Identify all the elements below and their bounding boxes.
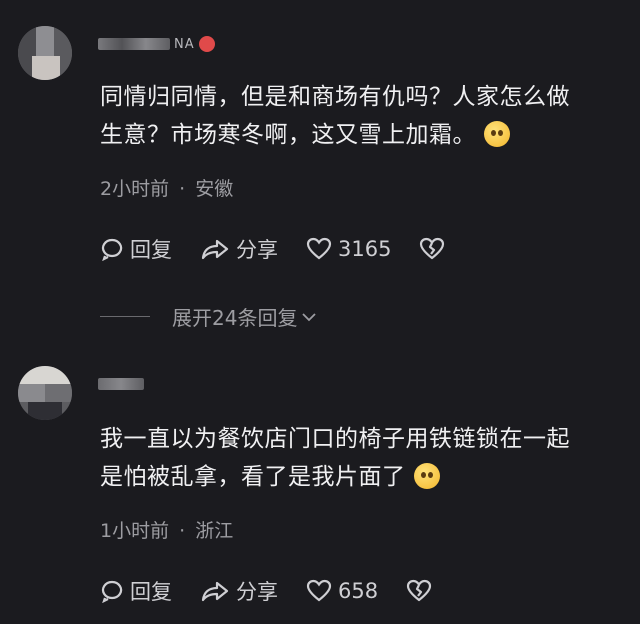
dislike-button[interactable] [419, 237, 445, 261]
share-button[interactable]: 分享 [200, 234, 278, 264]
chevron-down-icon [302, 312, 317, 321]
comment-text: 我一直以为餐饮店门口的椅子用铁链锁在一起 是怕被乱拿，看了是我片面了 [100, 420, 630, 496]
avatar[interactable] [18, 366, 72, 420]
comment-actions: 回复 分享 658 [100, 576, 460, 606]
comment-meta: 2小时前 · 安徽 [100, 174, 233, 201]
comment-list: NA 同情归同情，但是和商场有仇吗？人家怎么做 生意？市场寒冬啊，这又雪上加霜。… [0, 0, 640, 624]
like-button[interactable]: 658 [306, 579, 378, 603]
username[interactable] [98, 374, 144, 394]
reply-label: 回复 [130, 238, 172, 262]
heart-icon [306, 579, 332, 602]
share-button[interactable]: 分享 [200, 576, 278, 606]
location: 安徽 [195, 178, 234, 200]
badge-icon [198, 36, 215, 52]
comment-text-line-content: 是怕被乱拿，看了是我片面了 [100, 464, 406, 490]
heart-icon [306, 237, 332, 260]
separator: · [179, 520, 186, 542]
username-blurred [98, 378, 144, 390]
comment-text-line-content: 生意？市场寒冬啊，这又雪上加霜。 [100, 122, 476, 148]
reply-label: 回复 [130, 580, 172, 604]
dislike-button[interactable] [406, 579, 432, 603]
like-button[interactable]: 3165 [306, 237, 391, 261]
comment-text-line: 同情归同情，但是和商场有仇吗？人家怎么做 [100, 84, 570, 110]
avatar[interactable] [18, 26, 72, 80]
smiling-face-icon [413, 463, 440, 489]
timestamp: 2小时前 [100, 178, 170, 200]
comment-bubble-icon [101, 238, 123, 261]
username[interactable]: NA [98, 34, 215, 54]
like-count: 3165 [338, 237, 392, 261]
comment-actions: 回复 分享 3165 [100, 234, 473, 264]
comment-text-line-2: 是怕被乱拿，看了是我片面了 [100, 458, 630, 496]
share-arrow-icon [201, 239, 229, 260]
like-count: 658 [338, 579, 379, 603]
broken-heart-icon [420, 237, 445, 260]
pleading-face-icon [484, 121, 510, 147]
expand-replies-label: 展开24条回复 [172, 306, 298, 330]
broken-heart-icon [406, 579, 432, 602]
comment-text-line: 我一直以为餐饮店门口的椅子用铁链锁在一起 [100, 426, 570, 452]
share-label: 分享 [236, 580, 278, 604]
separator: · [179, 178, 186, 200]
timestamp: 1小时前 [100, 520, 170, 542]
reply-button[interactable]: 回复 [100, 576, 172, 606]
comment-meta: 1小时前 · 浙江 [100, 516, 233, 543]
username-tag: NA [174, 36, 195, 52]
comment-text-line-2: 生意？市场寒冬啊，这又雪上加霜。 [100, 116, 630, 154]
username-blurred [98, 38, 170, 50]
share-label: 分享 [236, 238, 278, 262]
reply-button[interactable]: 回复 [100, 234, 172, 264]
expand-replies-button[interactable]: 展开24条回复 [100, 302, 317, 331]
share-arrow-icon [201, 581, 229, 602]
location: 浙江 [195, 520, 234, 542]
divider [100, 316, 150, 317]
comment-bubble-icon [101, 580, 123, 603]
comment-text: 同情归同情，但是和商场有仇吗？人家怎么做 生意？市场寒冬啊，这又雪上加霜。 [100, 78, 630, 154]
